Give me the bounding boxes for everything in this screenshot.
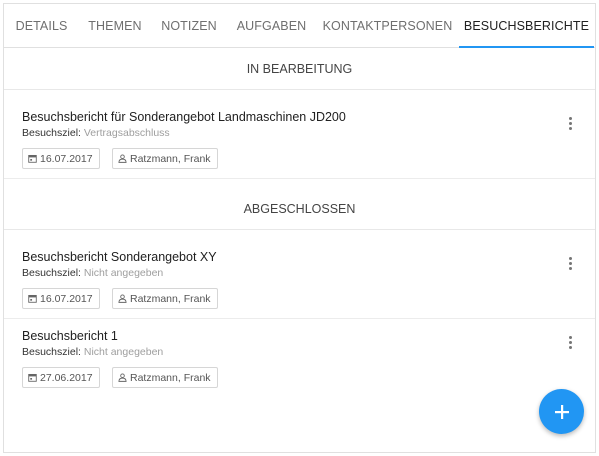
report-title: Besuchsbericht Sonderangebot XY (22, 250, 217, 264)
tab-bar: Details Themen Notizen Aufgaben Kontaktp… (4, 4, 595, 48)
calendar-icon (28, 373, 37, 382)
plus-icon (554, 404, 569, 419)
goal-value: Vertragsabschluss (83, 127, 170, 139)
date-chip: 16.07.2017 (22, 288, 100, 309)
add-report-button[interactable] (539, 389, 584, 434)
person-chip: Ratzmann, Frank (112, 288, 218, 309)
goal-value: Nicht angegeben (83, 346, 164, 358)
tab-besuchsberichte[interactable]: Besuchsberichte (459, 4, 594, 48)
report-title: Besuchsbericht für Sonderangebot Landmas… (22, 110, 346, 124)
date-chip: 16.07.2017 (22, 148, 100, 169)
more-vert-icon[interactable] (563, 253, 577, 273)
list-item[interactable]: Besuchsbericht 1 Besuchsziel: Nicht ange… (4, 319, 595, 403)
list-item[interactable]: Besuchsbericht Sonderangebot XY Besuchsz… (4, 231, 595, 319)
calendar-icon (28, 154, 37, 163)
goal-label: Besuchsziel: (22, 346, 81, 358)
person-chip: Ratzmann, Frank (112, 367, 218, 388)
tab-notizen[interactable]: Notizen (151, 4, 227, 47)
report-goal: Besuchsziel: Vertragsabschluss (22, 127, 170, 139)
more-vert-icon[interactable] (563, 113, 577, 133)
goal-label: Besuchsziel: (22, 267, 81, 279)
date-chip: 27.06.2017 (22, 367, 100, 388)
goal-value: Nicht angegeben (83, 267, 164, 279)
person-icon (118, 294, 127, 303)
goal-label: Besuchsziel: (22, 127, 81, 139)
tab-aufgaben[interactable]: Aufgaben (227, 4, 316, 47)
section-header-completed: Abgeschlossen (4, 189, 595, 230)
report-goal: Besuchsziel: Nicht angegeben (22, 267, 163, 279)
tab-kontaktpersonen[interactable]: Kontaktpersonen (316, 4, 459, 47)
list-item[interactable]: Besuchsbericht für Sonderangebot Landmas… (4, 91, 595, 179)
section-header-in-progress: In Bearbeitung (4, 49, 595, 90)
report-goal: Besuchsziel: Nicht angegeben (22, 346, 163, 358)
person-chip: Ratzmann, Frank (112, 148, 218, 169)
tab-themen[interactable]: Themen (79, 4, 151, 47)
report-person: Ratzmann, Frank (130, 371, 211, 384)
report-title: Besuchsbericht 1 (22, 329, 118, 343)
more-vert-icon[interactable] (563, 332, 577, 352)
person-icon (118, 154, 127, 163)
calendar-icon (28, 294, 37, 303)
report-date: 16.07.2017 (40, 152, 93, 165)
report-person: Ratzmann, Frank (130, 292, 211, 305)
visit-reports-panel: Details Themen Notizen Aufgaben Kontaktp… (3, 3, 596, 453)
report-date: 27.06.2017 (40, 371, 93, 384)
report-date: 16.07.2017 (40, 292, 93, 305)
person-icon (118, 373, 127, 382)
report-person: Ratzmann, Frank (130, 152, 211, 165)
tab-details[interactable]: Details (4, 4, 79, 47)
